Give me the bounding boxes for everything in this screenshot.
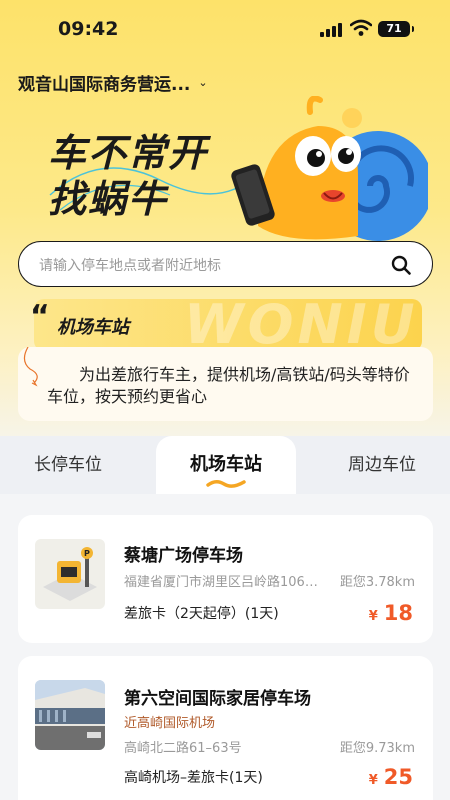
tab-label: 周边车位	[348, 455, 416, 475]
snail-mascot-icon	[231, 96, 428, 241]
category-description-card: 为出差旅行车主，提供机场/高铁站/码头等特价车位，按天预约更省心	[18, 347, 433, 421]
quote-icon: “	[30, 299, 50, 334]
search-icon[interactable]	[390, 254, 412, 276]
lot-name: 第六空间国际家居停车场	[124, 689, 311, 709]
tab-label: 长停车位	[34, 455, 102, 475]
tab-label: 机场车站	[190, 454, 262, 475]
lot-card[interactable]: P 蔡塘广场停车场 福建省厦门市湖里区吕岭路1068号 距您3.78km 差旅卡…	[18, 515, 433, 643]
location-name: 观音山国际商务营运...	[18, 74, 191, 95]
curl-decoration	[23, 347, 38, 387]
parking-lot-photo	[35, 680, 105, 750]
tab-bar: 长停车位 机场车站 周边车位	[0, 436, 450, 494]
status-bar: 09:42 71	[0, 0, 450, 56]
lot-address: 高崎北二路61–63号	[124, 741, 242, 756]
price-value: 25	[383, 765, 413, 789]
price-value: 18	[383, 601, 413, 625]
search-input[interactable]: 请输入停车地点或者附近地标	[18, 241, 433, 287]
tab-nearby[interactable]: 周边车位	[314, 436, 450, 494]
tab-airport-station[interactable]: 机场车站	[156, 436, 296, 494]
search-placeholder: 请输入停车地点或者附近地标	[39, 258, 221, 274]
lot-name: 蔡塘广场停车场	[124, 546, 243, 566]
svg-text:P: P	[84, 549, 90, 558]
lot-package: 差旅卡（2天起停）(1天)	[124, 606, 279, 622]
lot-nearby-landmark: 近高崎国际机场	[124, 716, 216, 731]
price-currency: ¥	[368, 609, 378, 624]
category-description: 为出差旅行车主，提供机场/高铁站/码头等特价车位，按天预约更省心	[47, 365, 410, 406]
price-currency: ¥	[368, 773, 378, 788]
lot-address: 福建省厦门市湖里区吕岭路1068号	[124, 575, 324, 590]
lot-package: 高崎机场–差旅卡(1天)	[124, 770, 263, 786]
wifi-icon	[350, 19, 372, 36]
slogan-line2: 找蜗牛	[48, 177, 169, 221]
category-title: 机场车站	[57, 317, 129, 338]
lot-card[interactable]: 第六空间国际家居停车场 近高崎国际机场 高崎北二路61–63号 距您9.73km…	[18, 656, 433, 800]
parking-lot-icon: P	[35, 539, 105, 609]
lot-price: ¥25	[369, 765, 413, 789]
status-time: 09:42	[58, 18, 119, 40]
signal-icon	[320, 23, 342, 37]
location-selector[interactable]: 观音山国际商务营运... ⌄	[18, 70, 208, 95]
lot-distance: 距您9.73km	[339, 741, 415, 756]
slogan-line1: 车不常开	[48, 131, 209, 175]
chevron-down-icon: ⌄	[198, 75, 208, 89]
lot-price: ¥18	[369, 601, 413, 625]
banner-slogan: 车不常开 找蜗牛	[48, 130, 208, 222]
category-watermark: WONIU	[184, 299, 419, 351]
battery-icon: 71	[378, 21, 414, 37]
lot-distance: 距您3.78km	[339, 575, 415, 590]
tab-long-term[interactable]: 长停车位	[0, 436, 136, 494]
wave-icon	[206, 480, 246, 488]
